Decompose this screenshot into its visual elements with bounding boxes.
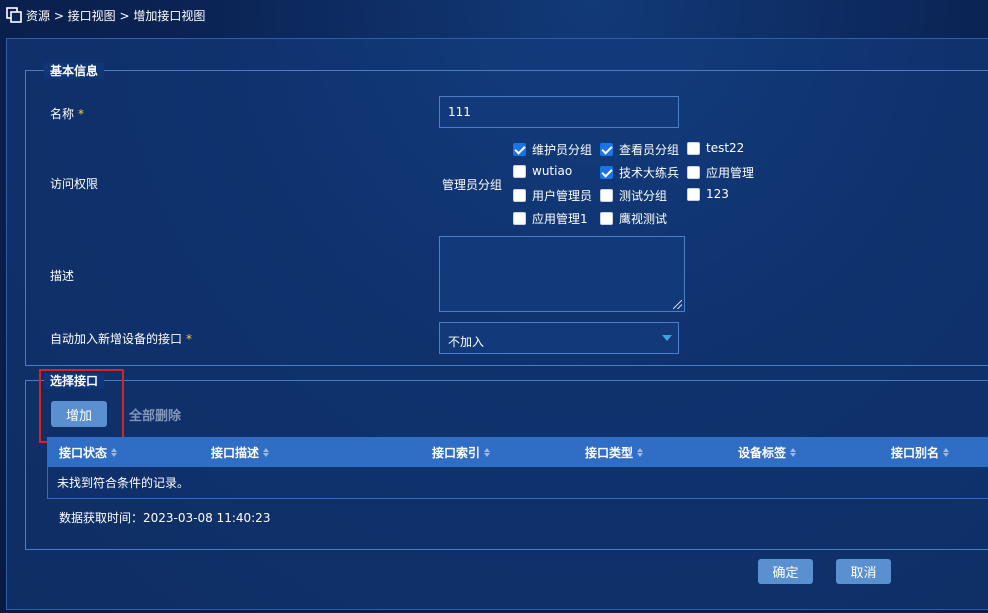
- admin-group-option-label: 应用管理1: [532, 212, 588, 226]
- admin-group-option[interactable]: wutiao: [513, 164, 572, 178]
- admin-group-option-label: 技术大练兵: [619, 166, 680, 180]
- auto-join-select[interactable]: 不加入: [439, 322, 679, 354]
- checkbox-unchecked-icon[interactable]: [687, 166, 700, 179]
- description-textarea[interactable]: [439, 236, 685, 312]
- checkbox-checked-icon[interactable]: [600, 166, 613, 179]
- admin-group-option-label: test22: [706, 141, 745, 155]
- column-header-label: 接口类型: [585, 445, 634, 460]
- checkbox-unchecked-icon[interactable]: [600, 212, 613, 225]
- admin-group-option[interactable]: 查看员分组: [600, 141, 679, 158]
- admin-group-option-label: 维护员分组: [532, 143, 593, 157]
- add-button[interactable]: 增加: [51, 401, 107, 427]
- column-header[interactable]: 接口状态: [59, 437, 118, 467]
- admin-group-option[interactable]: test22: [687, 141, 744, 155]
- auto-join-value: 不加入: [448, 334, 485, 349]
- column-header-label: 接口别名: [891, 445, 940, 460]
- confirm-button[interactable]: 确定: [758, 559, 813, 584]
- admin-group-option[interactable]: 应用管理: [687, 164, 754, 181]
- sort-icon[interactable]: [263, 447, 270, 457]
- sort-icon[interactable]: [790, 447, 797, 457]
- admin-group-option-label: 鹰视测试: [619, 212, 668, 226]
- name-label: 名称 *: [50, 107, 85, 121]
- fetch-time: 数据获取时间：2023-03-08 11:40:23: [59, 511, 271, 525]
- sort-icon[interactable]: [637, 447, 644, 457]
- basic-info-group: 基本信息 名称 * 111 访问权限 管理员分组 维护员分组 查看员分组 test22…: [25, 63, 988, 366]
- breadcrumb: 资源 > 接口视图 > 增加接口视图: [6, 6, 205, 24]
- table-header: 接口状态 接口描述 接口索引 接口类型 设备标签 接口别名: [47, 437, 988, 467]
- admin-group-option[interactable]: 维护员分组: [513, 141, 592, 158]
- admin-group-option[interactable]: 技术大练兵: [600, 164, 679, 181]
- basic-info-title: 基本信息: [44, 63, 105, 79]
- description-label: 描述: [50, 269, 75, 283]
- name-input[interactable]: 111: [439, 96, 679, 128]
- column-header-label: 接口索引: [432, 445, 481, 460]
- admin-group-option-label: 查看员分组: [619, 143, 680, 157]
- checkbox-checked-icon[interactable]: [600, 143, 613, 156]
- admin-group-option[interactable]: 测试分组: [600, 187, 667, 204]
- empty-message: 未找到符合条件的记录。: [57, 476, 190, 490]
- resource-windows-icon: [6, 7, 22, 23]
- admin-group-option-label: 用户管理员: [532, 189, 593, 203]
- access-label: 访问权限: [50, 177, 99, 191]
- column-header-label: 设备标签: [738, 445, 787, 460]
- column-header-label: 接口状态: [59, 445, 108, 460]
- checkbox-unchecked-icon[interactable]: [513, 189, 526, 202]
- resize-grip-icon[interactable]: [673, 300, 682, 309]
- admin-group-option-label: 测试分组: [619, 189, 668, 203]
- checkbox-unchecked-icon[interactable]: [687, 187, 700, 201]
- main-panel: 基本信息 名称 * 111 访问权限 管理员分组 维护员分组 查看员分组 test22…: [6, 38, 988, 610]
- name-input-value: 111: [448, 105, 471, 119]
- checkbox-unchecked-icon[interactable]: [513, 164, 526, 178]
- admin-group-option[interactable]: 123: [687, 187, 729, 201]
- cancel-button[interactable]: 取消: [836, 559, 891, 584]
- admin-group-option-label: 123: [706, 187, 729, 201]
- column-header[interactable]: 接口描述: [211, 437, 270, 467]
- table-empty-row: 未找到符合条件的记录。: [47, 467, 988, 499]
- breadcrumb-path: 资源 > 接口视图 > 增加接口视图: [26, 8, 206, 23]
- auto-join-label: 自动加入新增设备的接口 *: [50, 332, 193, 346]
- column-header[interactable]: 接口索引: [432, 437, 491, 467]
- admin-group-label: 管理员分组: [442, 178, 503, 192]
- column-header-label: 接口描述: [211, 445, 260, 460]
- admin-group-option[interactable]: 应用管理1: [513, 210, 588, 227]
- checkbox-checked-icon[interactable]: [513, 143, 526, 156]
- admin-group-option-label: 应用管理: [706, 166, 755, 180]
- checkbox-unchecked-icon[interactable]: [513, 212, 526, 225]
- sort-icon[interactable]: [943, 447, 950, 457]
- admin-group-option[interactable]: 鹰视测试: [600, 210, 667, 227]
- required-mark: *: [78, 107, 85, 121]
- admin-group-option[interactable]: 用户管理员: [513, 187, 592, 204]
- sort-icon[interactable]: [484, 447, 491, 457]
- column-header[interactable]: 接口别名: [891, 437, 950, 467]
- admin-group-option-label: wutiao: [532, 164, 573, 178]
- required-mark: *: [186, 332, 193, 346]
- checkbox-unchecked-icon[interactable]: [600, 189, 613, 202]
- chevron-down-icon: [662, 335, 672, 341]
- delete-all-button[interactable]: 全部删除: [123, 401, 187, 427]
- checkbox-unchecked-icon[interactable]: [687, 141, 700, 155]
- column-header[interactable]: 接口类型: [585, 437, 644, 467]
- sort-icon[interactable]: [111, 447, 118, 457]
- column-header[interactable]: 设备标签: [738, 437, 797, 467]
